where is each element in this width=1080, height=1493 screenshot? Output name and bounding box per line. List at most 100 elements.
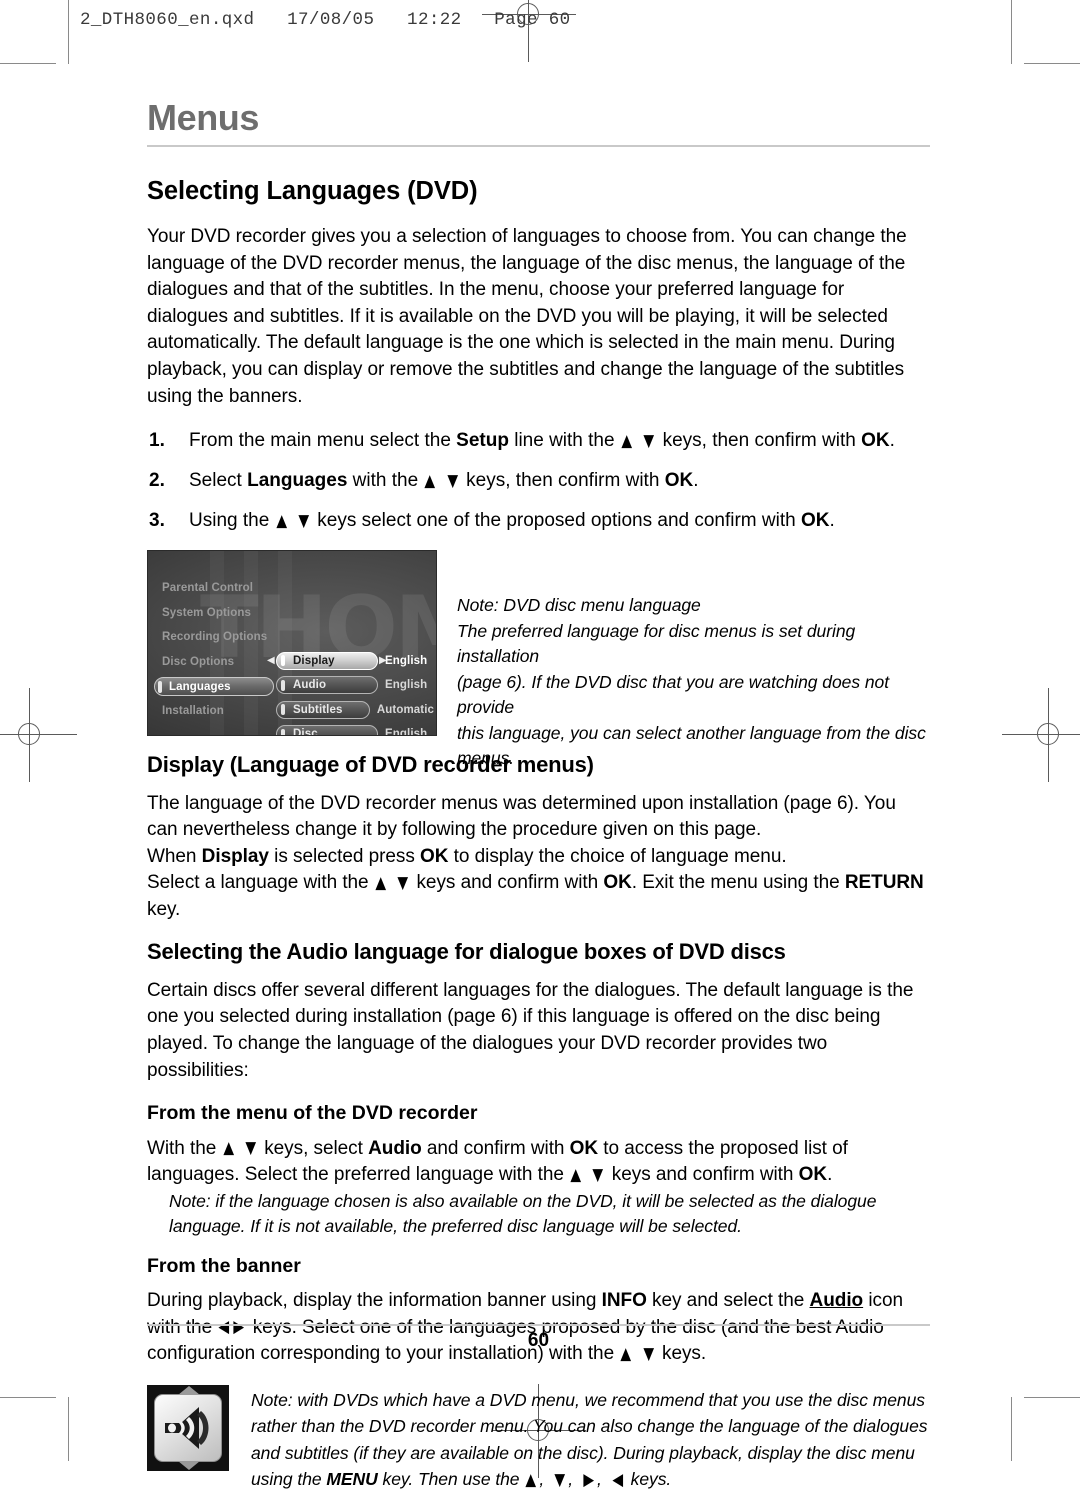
tv-menu-item-languages[interactable]: Languages xyxy=(154,677,274,697)
step-text-a: From the main menu select the xyxy=(189,430,457,452)
banner-icon-row: Note: with DVDs which have a DVD menu, w… xyxy=(147,1384,930,1489)
tv-setting-row-display[interactable]: ◀ Display ▶ English xyxy=(267,651,434,670)
display-p2-b: is selected press xyxy=(268,845,421,867)
arrow-up-icon xyxy=(276,513,288,530)
display-p3-c: . Exit the menu using the xyxy=(631,872,845,894)
from-menu-paragraph: With the keys, select Audio and confirm … xyxy=(147,1136,930,1189)
arrow-up-icon xyxy=(570,1167,582,1184)
tv-setting-label-display[interactable]: Display xyxy=(276,651,378,670)
banner-note-c: keys. xyxy=(625,1469,672,1490)
step-text-d: . xyxy=(889,430,895,452)
arrow-up-icon xyxy=(223,1140,235,1157)
display-p3-d: key. xyxy=(147,898,181,920)
arrow-keys-up-down xyxy=(620,430,657,451)
audio-section-heading: Selecting the Audio language for dialogu… xyxy=(147,939,786,965)
tv-menu-item-system-options[interactable]: System Options xyxy=(154,604,274,623)
tv-setting-row-disc[interactable]: Disc English xyxy=(276,725,434,737)
display-p2-a: When xyxy=(147,845,202,867)
audio-section-paragraph: Certain discs offer several different la… xyxy=(147,979,914,1081)
tv-setting-value-audio: English xyxy=(385,679,428,692)
step-number: 3. xyxy=(149,510,165,532)
display-p3-bold-return: RETURN xyxy=(844,872,924,894)
step-number: 1. xyxy=(149,430,165,452)
step-bold-languages: Languages xyxy=(247,470,348,492)
step-bold-setup: Setup xyxy=(456,430,509,452)
tv-menu-settings-list: ◀ Display ▶ English Audio English Subtit… xyxy=(267,651,434,737)
step-bold-ok: OK xyxy=(861,430,890,452)
tv-setting-label-audio[interactable]: Audio xyxy=(276,676,378,695)
figure-note-line-2: The preferred language for disc menus is… xyxy=(457,620,856,667)
step-item: 1. From the main menu select the Setup li… xyxy=(147,428,930,454)
figure-side-note: Note: DVD disc menu language The preferr… xyxy=(457,593,931,772)
display-p3-bold-ok: OK xyxy=(603,872,632,894)
arrow-keys-up-down xyxy=(569,1164,606,1185)
tv-menu-item-parental-control[interactable]: Parental Control xyxy=(154,579,274,598)
from-menu-bold-ok-2: OK xyxy=(798,1164,828,1186)
step-text-c: keys, then confirm with xyxy=(657,430,862,452)
from-menu-heading: From the menu of the DVD recorder xyxy=(147,1102,478,1125)
step-text-b: with the xyxy=(347,470,424,492)
step-text-a: Select xyxy=(189,470,248,492)
step-text-c: keys, then confirm with xyxy=(460,470,665,492)
arrow-down-icon xyxy=(447,473,459,490)
display-paragraph-1: The language of the DVD recorder menus w… xyxy=(147,792,896,841)
arrow-keys-up-down xyxy=(222,1138,259,1159)
tv-setting-row-audio[interactable]: Audio English xyxy=(276,676,434,695)
from-menu-e: keys and confirm with xyxy=(606,1164,799,1186)
display-p2-c: to display the choice of language menu. xyxy=(448,845,787,867)
from-banner-b: key and select the xyxy=(646,1290,810,1312)
from-menu-note: Note: if the language chosen is also ava… xyxy=(169,1190,877,1236)
figure-note-line-3: (page 6). If the DVD disc that you are w… xyxy=(457,671,890,718)
tv-setting-value-disc: English xyxy=(385,728,428,737)
tv-menu-screenshot: THOMSON Parental Control System Options … xyxy=(147,550,437,737)
speaker-icon xyxy=(165,1406,209,1449)
tv-setting-row-subtitles[interactable]: Subtitles Automatic xyxy=(276,700,434,719)
page-title: Selecting Languages (DVD) xyxy=(147,177,478,205)
step-item: 3. Using the keys select one of the propo… xyxy=(147,508,930,534)
from-banner-heading: From the banner xyxy=(147,1254,301,1277)
step-bold-ok: OK xyxy=(664,470,694,492)
tv-setting-value-display: English xyxy=(385,654,428,667)
from-menu-b: keys, select xyxy=(258,1137,369,1159)
tv-menu-item-recording-options[interactable]: Recording Options xyxy=(154,628,274,647)
chapter-title: Menus xyxy=(147,97,260,138)
tv-menu-item-installation[interactable]: Installation xyxy=(154,702,274,721)
arrow-down-icon xyxy=(644,433,656,450)
from-banner-a: During playback, display the information… xyxy=(147,1290,602,1312)
figure-row: THOMSON Parental Control System Options … xyxy=(147,550,930,768)
tv-setting-label-disc[interactable]: Disc xyxy=(276,725,378,736)
arrow-down-icon xyxy=(554,1472,566,1489)
tv-setting-label-subtitles[interactable]: Subtitles xyxy=(276,700,370,719)
arrow-left-icon xyxy=(612,1472,624,1489)
from-banner-underlined-audio: Audio xyxy=(809,1290,864,1312)
banner-note-bold-menu: MENU xyxy=(326,1469,378,1490)
step-text-d: . xyxy=(829,510,835,532)
step-text-a: Using the xyxy=(189,510,275,532)
display-paragraph-3: Select a language with the keys and conf… xyxy=(147,870,930,923)
chapter-rule xyxy=(147,145,930,147)
step-text-c: keys select one of the proposed options … xyxy=(311,510,801,532)
footer-rule xyxy=(147,1324,930,1326)
step-text-d: . xyxy=(693,470,699,492)
figure-note-line-1: Note: DVD disc menu language xyxy=(457,595,701,616)
tv-menu-item-disc-options[interactable]: Disc Options xyxy=(154,653,274,672)
arrow-down-icon xyxy=(245,1140,257,1157)
content-column: Menus Selecting Languages (DVD) Your DVD… xyxy=(147,97,930,1489)
banner-note-text: Note: with DVDs which have a DVD menu, w… xyxy=(251,1387,931,1493)
audio-banner-icon-panel xyxy=(154,1393,222,1462)
arrow-down-icon xyxy=(298,513,310,530)
banner-note-b: key. Then use the xyxy=(377,1469,525,1490)
arrow-up-icon xyxy=(425,473,437,490)
step-number: 2. xyxy=(149,470,165,492)
arrow-down-icon xyxy=(593,1167,605,1184)
from-menu-f: . xyxy=(827,1164,833,1186)
banner-icon-note: Note: with DVDs which have a DVD menu, w… xyxy=(251,1387,931,1493)
arrow-left-icon: ◀ xyxy=(267,654,275,666)
audio-banner-icon xyxy=(147,1384,229,1471)
arrow-up-icon xyxy=(526,1472,538,1489)
document-page: Menus Selecting Languages (DVD) Your DVD… xyxy=(0,0,1080,1489)
tv-menu-left-list: Parental Control System Options Recordin… xyxy=(154,579,274,726)
display-paragraph-2: When Display is selected press OK to dis… xyxy=(147,844,930,871)
arrow-down-icon xyxy=(178,1460,200,1470)
arrow-up-icon xyxy=(375,875,387,892)
